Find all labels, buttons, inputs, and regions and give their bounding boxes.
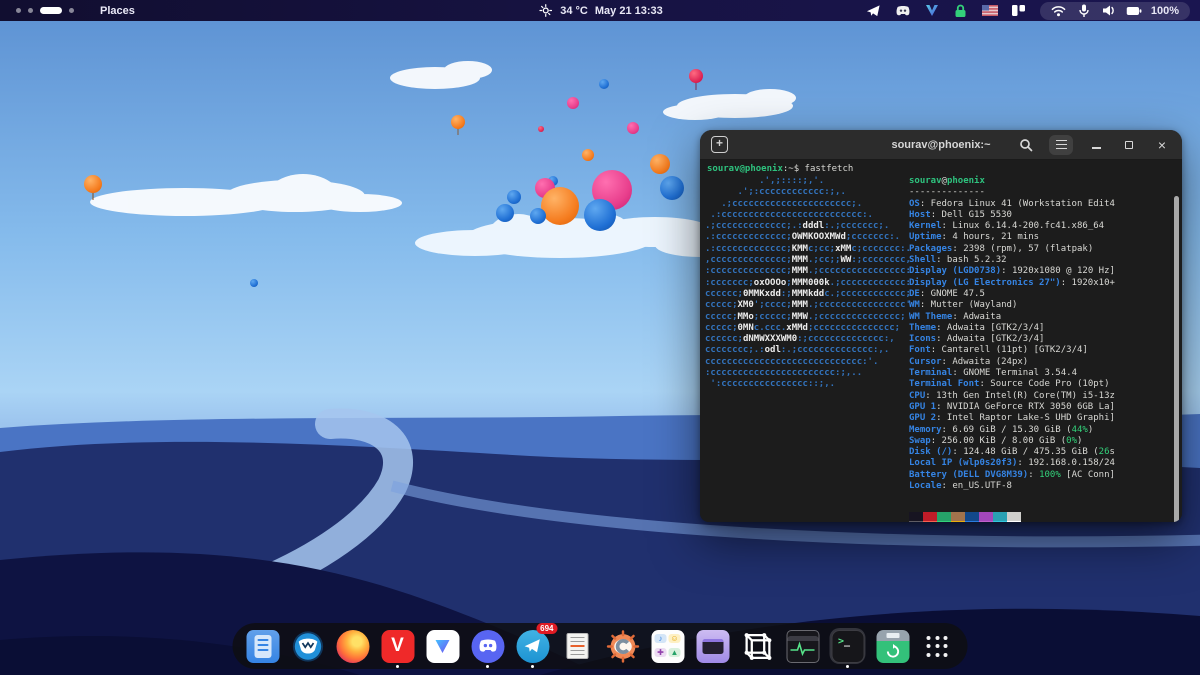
palette-swatch — [993, 512, 1007, 521]
palette-swatch — [993, 521, 1007, 522]
palette-swatch — [937, 521, 951, 522]
palette-swatch — [951, 512, 965, 521]
palette-swatch — [909, 521, 923, 522]
dock-item-show-apps[interactable] — [920, 628, 956, 664]
palette-swatch — [965, 512, 979, 521]
quick-settings[interactable]: 100% — [1040, 2, 1190, 20]
dock-item-librewolf[interactable] — [290, 628, 326, 664]
workspace-dot-1[interactable] — [16, 8, 21, 13]
palette-swatch — [951, 521, 965, 522]
clock-menu[interactable]: 34 °C May 21 13:33 — [527, 0, 673, 21]
us-flag-icon[interactable] — [982, 3, 998, 19]
volume-icon — [1101, 3, 1117, 19]
wifi-icon — [1051, 3, 1067, 19]
shell-prompt: sourav@phoenix:~$ fastfetch — [707, 164, 853, 175]
dock-item-firefox[interactable] — [335, 628, 371, 664]
top-bar: Places 34 °C May 21 13:33 100% — [0, 0, 1200, 21]
palette-swatch — [937, 512, 951, 521]
workspace-dot-2[interactable] — [28, 8, 33, 13]
discord-tray-icon[interactable] — [895, 3, 911, 19]
dock-item-news-reader[interactable] — [560, 628, 596, 664]
new-tab-button[interactable]: + — [711, 136, 728, 153]
dock-item-boxes[interactable] — [695, 628, 731, 664]
dash-dock: V 694 ♪☺✚▲ >_ — [233, 623, 968, 669]
window-title: sourav@phoenix:~ — [891, 139, 990, 151]
palette-swatch — [965, 521, 979, 522]
running-indicator — [486, 665, 489, 668]
minimize-button[interactable] — [1086, 135, 1106, 155]
palette-swatch — [979, 521, 993, 522]
tiling-icon[interactable] — [1011, 3, 1027, 19]
dock-item-system-monitor[interactable] — [785, 628, 821, 664]
battery-percent: 100% — [1151, 5, 1179, 17]
clock-label: May 21 13:33 — [595, 5, 663, 17]
running-indicator — [531, 665, 534, 668]
notification-badge: 694 — [536, 623, 557, 634]
weather-temp: 34 °C — [560, 5, 588, 17]
palette-swatch — [1007, 521, 1021, 522]
dock-item-video-downloader[interactable] — [875, 628, 911, 664]
palette-swatch — [923, 521, 937, 522]
terminal-color-palette — [909, 512, 1021, 522]
running-indicator — [396, 665, 399, 668]
places-menu[interactable]: Places — [92, 4, 143, 18]
search-button[interactable] — [1016, 135, 1036, 155]
palette-swatch — [923, 512, 937, 521]
workspace-dot-3[interactable] — [40, 7, 62, 14]
weather-icon — [537, 3, 553, 19]
fastfetch-info: sourav@phoenix--------------OS: Fedora L… — [909, 176, 1115, 492]
terminal-window: + sourav@phoenix:~ × sourav@phoenix:~$ f… — [700, 130, 1182, 522]
desktop: Places 34 °C May 21 13:33 100% + sourav@… — [0, 0, 1200, 675]
terminal-scrollbar[interactable] — [1174, 196, 1179, 522]
palette-swatch — [909, 512, 923, 521]
dock-item-discord[interactable] — [470, 628, 506, 664]
maximize-button[interactable] — [1119, 135, 1139, 155]
vpn-tray-icon[interactable] — [924, 3, 940, 19]
terminal-headerbar[interactable]: + sourav@phoenix:~ × — [700, 130, 1182, 160]
dock-item-telegram[interactable]: 694 — [515, 628, 551, 664]
dock-item-terminal[interactable]: >_ — [830, 628, 866, 664]
palette-swatch — [979, 512, 993, 521]
battery-icon — [1126, 3, 1142, 19]
mic-icon — [1076, 3, 1092, 19]
dock-item-triangle-app[interactable] — [425, 628, 461, 664]
dock-item-files[interactable] — [245, 628, 281, 664]
telegram-tray-icon[interactable] — [866, 3, 882, 19]
dock-item-cube-app[interactable] — [740, 628, 776, 664]
workspace-dot-4[interactable] — [69, 8, 74, 13]
palette-swatch — [1007, 512, 1021, 521]
fedora-ascii-logo: .',;::::;,'. .';:cccccccccccc:;,. .;cccc… — [705, 176, 911, 391]
terminal-content: sourav@phoenix:~$ fastfetch .',;::::;,'.… — [700, 160, 1182, 522]
close-button[interactable]: × — [1152, 135, 1172, 155]
hamburger-menu-button[interactable] — [1049, 135, 1073, 155]
dock-item-app-folder[interactable]: ♪☺✚▲ — [650, 628, 686, 664]
lock-tray-icon[interactable] — [953, 3, 969, 19]
dock-item-photo-viewer[interactable] — [605, 628, 641, 664]
dock-item-vivaldi[interactable]: V — [380, 628, 416, 664]
workspace-indicator[interactable] — [16, 7, 74, 14]
running-indicator — [846, 665, 849, 668]
